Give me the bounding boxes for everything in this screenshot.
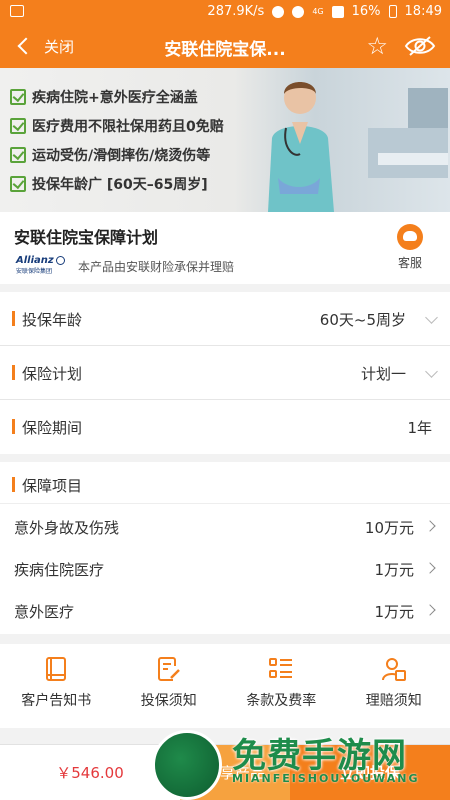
- insurance-period-value: 1年: [407, 419, 432, 437]
- network-type: 4G: [312, 7, 324, 16]
- allianz-logo-text: Allianz: [16, 255, 54, 266]
- accent-bar: [12, 419, 15, 434]
- book-icon: [46, 657, 67, 681]
- insurance-period-row: 保险期间 1年: [0, 400, 450, 454]
- product-card: 安联住院宝保障计划 Allianz 安联保险集团 本产品由安联财险承保并理赔 客…: [0, 212, 450, 284]
- coverage-item[interactable]: 意外身故及伤残 10万元: [0, 506, 450, 548]
- benefit-item: 医疗费用不限社保用药且0免赔: [10, 111, 224, 140]
- insurance-plan-select[interactable]: 保险计划 计划一: [0, 346, 450, 400]
- battery-percent: 16%: [351, 4, 381, 19]
- claim-notice-link[interactable]: 理赔须知: [338, 644, 450, 728]
- insurance-plan-label: 保险计划: [22, 365, 83, 383]
- product-name: 安联住院宝保障计划: [14, 228, 159, 247]
- signal-icon: [331, 5, 344, 18]
- coverage-item-amount: 10万元: [364, 519, 414, 537]
- alarm-icon: [292, 5, 305, 18]
- benefit-list: 疾病住院+意外医疗全涵盖 医疗费用不限社保用药且0免赔 运动受伤/滑倒摔伤/烧烫…: [10, 82, 224, 198]
- coverage-item[interactable]: 疾病住院医疗 1万元: [0, 548, 450, 590]
- insurance-period-label: 保险期间: [22, 419, 83, 437]
- coverage-item-name: 意外身故及伤残: [14, 519, 120, 537]
- coverage-header: 保障项目: [0, 462, 450, 504]
- underwriter-note: 本产品由安联财险承保并理赔: [78, 260, 235, 274]
- purchase-notice-label: 投保须知: [140, 693, 197, 709]
- insured-age-value: 60天~5周岁: [319, 311, 406, 329]
- accent-bar: [12, 477, 15, 492]
- headset-icon: [397, 224, 423, 250]
- clock: 18:49: [404, 4, 442, 19]
- location-icon: [272, 5, 285, 18]
- accent-bar: [12, 365, 15, 380]
- chevron-down-icon: [425, 365, 438, 378]
- chevron-right-icon: [424, 520, 436, 532]
- coverage-title: 保障项目: [22, 477, 83, 495]
- list-icon: [269, 658, 293, 678]
- coverage-item-name: 疾病住院医疗: [14, 561, 105, 579]
- battery-icon: [388, 5, 397, 18]
- checkbox-icon: [10, 88, 26, 105]
- purchase-notice-link[interactable]: 投保须知: [113, 644, 226, 728]
- status-bar-right: 287.9K/s 4G 16% 18:49: [207, 4, 442, 19]
- benefit-item: 运动受伤/滑倒摔伤/烧烫伤等: [10, 140, 224, 169]
- coverage-item-amount: 1万元: [374, 561, 414, 579]
- insurance-plan-value: 计划一: [360, 365, 406, 383]
- coverage-item[interactable]: 意外医疗 1万元: [0, 590, 450, 632]
- status-bar: 287.9K/s 4G 16% 18:49: [0, 0, 450, 24]
- product-banner: 疾病住院+意外医疗全涵盖 医疗费用不限社保用药且0免赔 运动受伤/滑倒摔伤/烧烫…: [0, 68, 450, 212]
- terms-rates-label: 条款及费率: [246, 693, 317, 709]
- watermark-logo-icon: [152, 730, 222, 800]
- checkbox-icon: [10, 175, 26, 192]
- insured-age-label: 投保年龄: [22, 311, 83, 329]
- checkbox-icon: [10, 117, 26, 134]
- document-links: 客户告知书 投保须知 条款及费率 理赔须知: [0, 644, 450, 728]
- customer-service-button[interactable]: 客服: [392, 224, 428, 271]
- nav-bar: 关闭 安联住院宝保... ☆: [0, 24, 450, 68]
- network-speed: 287.9K/s: [207, 4, 265, 19]
- chevron-down-icon: [425, 311, 438, 324]
- insurance-options: 投保年龄 60天~5周岁 保险计划 计划一 保险期间 1年: [0, 292, 450, 454]
- favorite-star-icon[interactable]: ☆: [366, 32, 388, 60]
- customer-notice-label: 客户告知书: [21, 693, 92, 709]
- customer-notice-link[interactable]: 客户告知书: [0, 644, 113, 728]
- image-notification-icon: [10, 5, 24, 17]
- benefit-item: 投保年龄广 [60天–65周岁]: [10, 169, 224, 198]
- allianz-logo: Allianz 安联保险集团: [16, 255, 70, 275]
- coverage-item-amount: 1万元: [374, 603, 414, 621]
- allianz-logo-subtext: 安联保险集团: [16, 268, 53, 275]
- watermark-subtext: MIANFEISHOUYOUWANG: [232, 772, 420, 785]
- accent-bar: [12, 311, 15, 326]
- allianz-emblem-icon: [55, 256, 65, 265]
- customer-service-label: 客服: [397, 256, 422, 270]
- chevron-right-icon: [424, 604, 436, 616]
- insured-age-select[interactable]: 投保年龄 60天~5周岁: [0, 292, 450, 346]
- nurse-illustration: [268, 82, 448, 212]
- chevron-right-icon: [424, 562, 436, 574]
- hide-eye-icon[interactable]: [404, 34, 436, 62]
- coverage-section: 保障项目 意外身故及伤残 10万元 疾病住院医疗 1万元 意外医疗 1万元: [0, 462, 450, 634]
- watermark-text: 免费手游网: [232, 736, 407, 776]
- claim-person-icon: [381, 658, 406, 681]
- benefit-item: 疾病住院+意外医疗全涵盖: [10, 82, 224, 111]
- terms-rates-link[interactable]: 条款及费率: [225, 644, 338, 728]
- coverage-item-name: 意外医疗: [14, 603, 75, 621]
- checkbox-icon: [10, 146, 26, 163]
- document-edit-icon: [157, 657, 180, 681]
- claim-notice-label: 理赔须知: [365, 693, 422, 709]
